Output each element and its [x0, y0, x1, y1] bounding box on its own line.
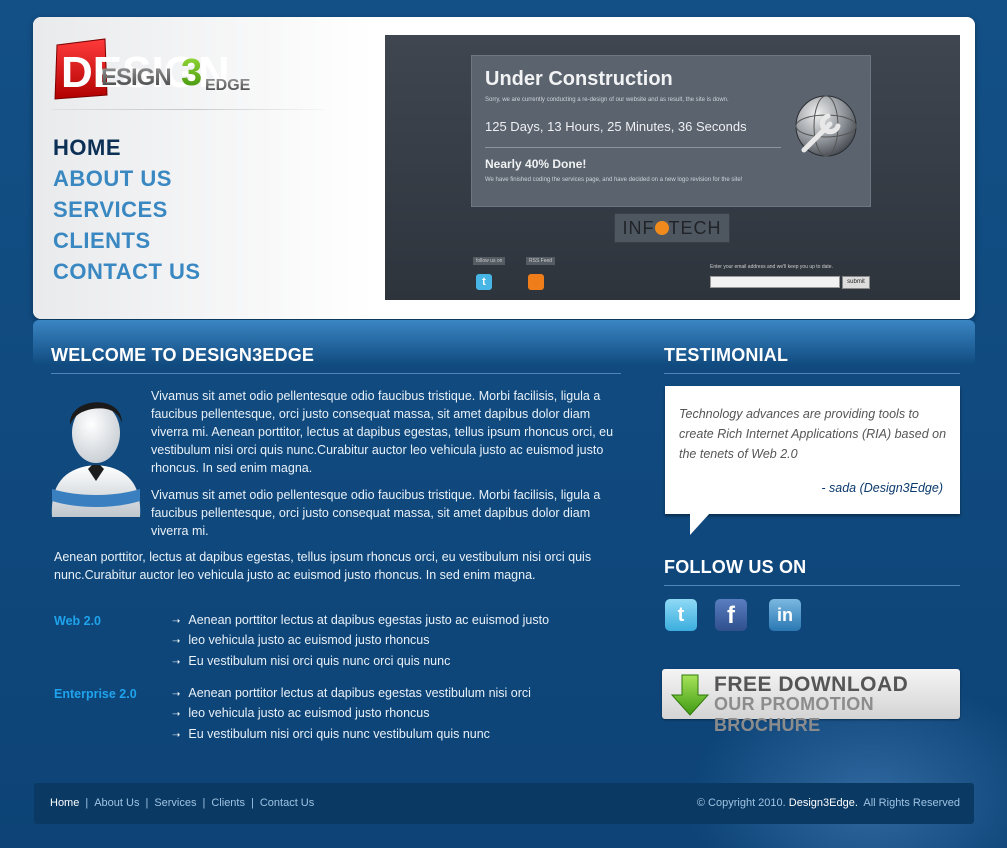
progress-label: Nearly 40% Done!	[485, 157, 587, 171]
footer-link-about-us[interactable]: About Us	[94, 797, 139, 809]
list-label-enterprise20: Enterprise 2.0	[54, 687, 137, 701]
countdown-text: 125 Days, 13 Hours, 25 Minutes, 36 Secon…	[485, 119, 747, 134]
banner-note: We have finished coding the services pag…	[485, 177, 743, 183]
banner-rss-label: RSS Feed	[526, 257, 556, 265]
footer-link-contact-us[interactable]: Contact Us	[260, 797, 314, 809]
footer-link-home[interactable]: Home	[50, 797, 79, 809]
infotech-logo: INF TECH	[614, 213, 730, 243]
arrow-icon: ➝	[172, 636, 181, 647]
follow-heading: FOLLOW US ON	[664, 557, 807, 577]
nav-contact-us[interactable]: CONTACT US	[53, 257, 201, 288]
banner-email-input[interactable]	[710, 276, 840, 288]
list-item: ➝ Eu vestibulum nisi orci quis nunc orci …	[172, 654, 451, 668]
under-construction-card: Under Construction Sorry, we are current…	[471, 55, 871, 207]
list-label-web20: Web 2.0	[54, 614, 102, 628]
banner-email-label: Enter your email address and we'll keep …	[710, 264, 833, 270]
banner-rss-icon[interactable]	[528, 274, 544, 290]
footer-link-clients[interactable]: Clients	[211, 797, 245, 809]
testimonial-divider	[664, 373, 960, 374]
welcome-paragraph-3: Aenean porttitor, lectus at dapibus eges…	[54, 550, 592, 582]
testimonial-author: - sada (Design3Edge)	[821, 481, 943, 495]
footer-nav: Home | About Us | Services | Clients | Contact U…	[50, 797, 315, 809]
logo-edge: EDGE	[205, 77, 251, 94]
banner-follow-label: follow us on	[473, 257, 506, 265]
banner-divider	[485, 147, 781, 148]
arrow-icon: ➝	[172, 616, 181, 627]
copyright-text: © Copyright 2010. Design3Edge. All Right…	[696, 797, 960, 809]
welcome-divider	[51, 373, 621, 374]
list-item: ➝ leo vehicula justo ac euismod justo rho…	[172, 706, 430, 720]
banner-title: Under Construction	[485, 68, 673, 90]
user-avatar-icon	[51, 402, 141, 517]
list-item: ➝ Eu vestibulum nisi orci quis nunc vesti…	[172, 727, 490, 741]
banner-submit-button[interactable]: submit	[842, 276, 870, 289]
follow-divider	[664, 585, 960, 586]
hero-banner: Under Construction Sorry, we are current…	[385, 35, 960, 300]
svg-text:ESIGN: ESIGN	[101, 64, 171, 91]
main-nav: HOME ABOUT US SERVICES CLIENTS CONTACT U…	[53, 133, 201, 288]
header-panel: DESIGN ESIGN 3 EDGE HOME ABOUT US SERVIC…	[33, 17, 975, 319]
site-logo[interactable]: DESIGN ESIGN 3 EDGE	[53, 35, 293, 105]
testimonial-heading: TESTIMONIAL	[664, 345, 789, 365]
download-subtitle: OUR PROMOTION BROCHURE	[714, 694, 874, 735]
list-item: ➝ Aenean porttitor lectus at dapibus eges…	[172, 613, 550, 627]
nav-about-us[interactable]: ABOUT US	[53, 164, 201, 195]
list-item: ➝ Aenean porttitor lectus at dapibus eges…	[172, 686, 531, 700]
list-item: ➝ leo vehicula justo ac euismod justo rho…	[172, 633, 430, 647]
arrow-icon: ➝	[172, 689, 181, 700]
nav-home[interactable]: HOME	[53, 133, 201, 164]
welcome-heading: WELCOME TO DESIGN3EDGE	[51, 345, 315, 365]
footer-link-services[interactable]: Services	[154, 797, 196, 809]
banner-twitter-icon[interactable]: t	[476, 274, 492, 290]
welcome-paragraph-2: Vivamus sit amet odio pellentesque odio …	[151, 488, 601, 538]
globe-wrench-icon	[795, 95, 857, 157]
linkedin-icon[interactable]: in	[769, 599, 801, 631]
nav-clients[interactable]: CLIENTS	[53, 226, 201, 257]
welcome-paragraph-1: Vivamus sit amet odio pellentesque odio …	[151, 389, 614, 475]
twitter-icon[interactable]: t	[665, 599, 697, 631]
nav-services[interactable]: SERVICES	[53, 195, 201, 226]
testimonial-bubble-tail	[690, 513, 710, 535]
logo-divider	[53, 109, 325, 110]
infotech-o-icon	[654, 221, 669, 235]
download-brochure-button[interactable]: FREE DOWNLOAD OUR PROMOTION BROCHURE	[662, 669, 960, 735]
logo-number: 3	[181, 52, 202, 94]
download-arrow-icon	[670, 674, 710, 716]
banner-subtitle: Sorry, we are currently conducting a re-…	[485, 97, 729, 103]
footer: Home | About Us | Services | Clients | Contact U…	[34, 783, 974, 824]
arrow-icon: ➝	[172, 657, 181, 668]
arrow-icon: ➝	[172, 709, 181, 720]
testimonial-box: Technology advances are providing tools …	[665, 386, 960, 514]
testimonial-quote: Technology advances are providing tools …	[679, 407, 947, 461]
facebook-icon[interactable]: f	[715, 599, 747, 631]
arrow-icon: ➝	[172, 730, 181, 741]
